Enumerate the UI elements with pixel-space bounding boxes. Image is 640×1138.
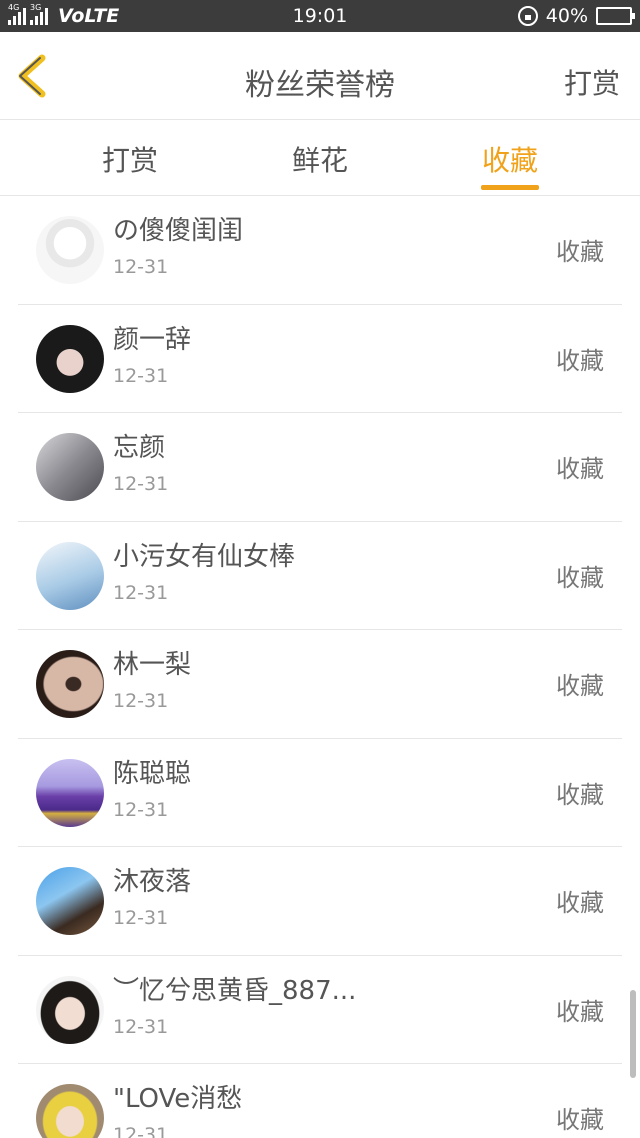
scrollbar[interactable] (630, 990, 636, 1078)
list-item[interactable]: 小污女有仙女棒 12-31 收藏 (0, 522, 640, 630)
item-action: 收藏 (556, 889, 604, 917)
avatar (36, 867, 104, 935)
app-header: 粉丝荣誉榜 打赏 (0, 32, 640, 120)
item-date: 12-31 (113, 907, 169, 929)
page-title: 粉丝荣誉榜 (245, 68, 395, 103)
item-date: 12-31 (113, 798, 169, 821)
list-item[interactable]: ︶忆兮思黄昏_887... 12-31 收藏 (0, 956, 640, 1064)
avatar (36, 650, 104, 718)
item-date: 12-31 (113, 473, 169, 495)
item-action: 收藏 (556, 346, 604, 375)
user-name: 沐夜落 (113, 867, 192, 897)
list-item[interactable]: "LOVe消愁 12-31 收藏 (0, 1064, 640, 1138)
item-action: 收藏 (556, 672, 604, 700)
tab-bar: 打赏 鲜花 收藏 (0, 121, 640, 196)
tab-favorites[interactable]: 收藏 (450, 139, 570, 179)
active-tab-indicator (481, 185, 539, 190)
avatar (36, 975, 104, 1044)
user-name: 林一梨 (113, 650, 192, 680)
item-action: 收藏 (556, 563, 604, 592)
avatar (36, 433, 104, 501)
item-date: 12-31 (113, 1015, 169, 1038)
item-action: 收藏 (556, 1106, 604, 1134)
list-item[interactable]: 沐夜落 12-31 收藏 (0, 847, 640, 956)
item-action: 收藏 (556, 238, 604, 266)
status-right: 40% (517, 5, 635, 27)
item-date: 12-31 (113, 364, 169, 387)
list-item[interactable]: の傻傻闺闺 12-31 收藏 (0, 196, 640, 305)
list-item[interactable]: 颜一辞 12-31 收藏 (0, 305, 640, 413)
item-date: 12-31 (113, 1124, 169, 1138)
list-item[interactable]: 林一梨 12-31 收藏 (0, 630, 640, 739)
reward-button[interactable]: 打赏 (564, 62, 620, 102)
list-item[interactable]: 忘颜 12-31 收藏 (0, 413, 640, 522)
user-name: 陈聪聪 (113, 758, 192, 789)
user-name: 忘颜 (113, 433, 166, 463)
user-name: の傻傻闺闺 (113, 216, 244, 246)
status-bar: 4G 3G VoLTE 19:01 40% (0, 0, 640, 32)
item-date: 12-31 (113, 581, 169, 604)
user-name: ︶忆兮思黄昏_887... (113, 975, 357, 1006)
item-action: 收藏 (556, 455, 604, 483)
fan-list: の傻傻闺闺 12-31 收藏 颜一辞 12-31 收藏 忘颜 12-31 收藏 … (0, 196, 640, 1138)
user-name: 小污女有仙女棒 (113, 541, 296, 572)
list-item[interactable]: 陈聪聪 12-31 收藏 (0, 739, 640, 847)
avatar (36, 216, 104, 284)
item-date: 12-31 (113, 256, 169, 278)
avatar (36, 758, 104, 827)
user-name: 颜一辞 (113, 324, 192, 355)
item-date: 12-31 (113, 690, 169, 712)
rotation-lock-icon (517, 6, 538, 26)
item-action: 收藏 (556, 780, 604, 809)
battery-icon (596, 7, 635, 25)
battery-percent: 40% (545, 5, 588, 27)
avatar (36, 541, 104, 610)
item-action: 收藏 (556, 997, 604, 1026)
avatar (36, 1084, 104, 1138)
tab-flowers[interactable]: 鲜花 (260, 139, 380, 179)
tab-reward[interactable]: 打赏 (70, 139, 190, 179)
user-name: "LOVe消愁 (113, 1084, 243, 1114)
avatar (36, 324, 104, 393)
